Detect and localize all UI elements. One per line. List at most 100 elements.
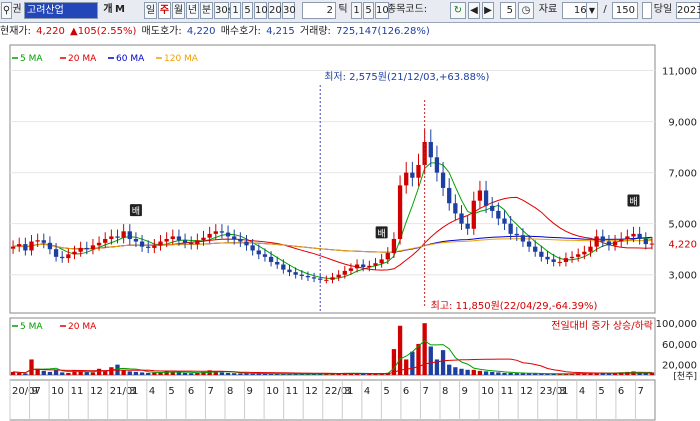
candle-body (385, 253, 390, 260)
volume-bar (146, 372, 151, 375)
candle-body (428, 141, 433, 158)
volume-tick-label: 100,000 (656, 319, 697, 330)
volume-bar (520, 373, 526, 375)
candle-body (146, 246, 151, 248)
volume-bar (477, 370, 483, 375)
volume-bar (17, 372, 22, 375)
period-tab-3[interactable]: 년 (186, 2, 199, 19)
volume-bar (176, 372, 182, 375)
volume-bar (490, 371, 495, 375)
total-count-field[interactable]: 150 (612, 2, 638, 19)
candle-body (72, 251, 77, 255)
volume-bar (121, 370, 126, 375)
x-tick-label: 3 (129, 386, 135, 397)
period-tab-7[interactable]: 5 (242, 2, 253, 19)
candle-body (490, 205, 495, 211)
marker-label: 배 (629, 197, 637, 208)
x-tick-label: 10 (481, 386, 494, 397)
candle-body (502, 218, 507, 224)
data-label: 자료 (538, 4, 558, 15)
volume-bar (447, 364, 452, 375)
volume-bar (109, 367, 114, 375)
period-tab-8[interactable]: 10 (254, 2, 268, 19)
volume-bar (84, 371, 89, 375)
x-tick-label: 12 (520, 386, 533, 397)
candle-body (594, 236, 599, 247)
period-tab-4[interactable]: 분 (200, 2, 213, 19)
x-tick-label: 6 (188, 386, 194, 397)
period-tab-1[interactable]: 주 (158, 2, 171, 19)
chevron-down-icon[interactable]: ▼ (586, 2, 598, 19)
volume-bar (250, 373, 255, 375)
candle-body (305, 275, 311, 278)
same-day-label: 당일 (653, 4, 673, 15)
prev-arrow-icon[interactable]: ◀ (468, 2, 480, 19)
period-tab-9[interactable]: 20 (268, 2, 282, 19)
next-arrow-icon[interactable]: ▶ (482, 2, 494, 19)
y-tick-label: 11,000 (662, 67, 697, 78)
x-tick-label: 5 (598, 386, 604, 397)
stock-chart: 3,000 5,000 7,000 9,000 11,000 최저: 2,575원(21/… (9, 44, 698, 421)
tick-option-0[interactable]: 1 (351, 2, 362, 19)
candle-body (84, 247, 89, 250)
marker-label: 배 (132, 206, 140, 217)
volume-legend-label: 20 MA (68, 322, 97, 332)
x-tick-label: 6 (618, 386, 624, 397)
volume-bar (225, 372, 231, 375)
period-tab-10[interactable]: 30 (282, 2, 296, 19)
same-day-checkbox[interactable] (642, 2, 652, 19)
tick-option-1[interactable]: 5 (363, 2, 374, 19)
candle-body (582, 251, 587, 255)
step-input[interactable]: 5 (500, 2, 516, 19)
candle-body (219, 231, 225, 233)
ask-label: 매도호가: (141, 26, 182, 37)
candle-body (330, 277, 335, 280)
year-field[interactable]: 2023 (676, 2, 700, 19)
volume-unit-label: [천주] (673, 371, 697, 382)
volume-bar (496, 372, 501, 375)
refresh-icon[interactable]: ↻ (450, 2, 466, 19)
tick-input[interactable]: 2 (302, 2, 336, 19)
change-value: ▲105(2.55%) (70, 26, 137, 37)
candle-body (109, 236, 114, 239)
candle-body (103, 238, 108, 243)
mode-m[interactable]: M (114, 2, 126, 19)
volume-bar (453, 367, 458, 375)
period-tab-2[interactable]: 월 (172, 2, 185, 19)
volume-bar (232, 373, 237, 375)
x-tick-label: 8 (442, 386, 448, 397)
mode-g[interactable]: 개 (102, 2, 114, 19)
candle-body (342, 270, 347, 275)
ask-value: 4,220 (186, 26, 216, 37)
candle-body (115, 236, 120, 238)
volume-bar (219, 372, 225, 375)
x-tick-label: 7 (422, 386, 428, 397)
y-tick-label: 7,000 (668, 169, 697, 180)
search-icon[interactable]: ⚲ (1, 2, 12, 19)
candle-body (35, 240, 40, 242)
clock-icon[interactable]: ◷ (518, 2, 534, 19)
candle-body (275, 261, 280, 265)
candle-body (514, 233, 519, 236)
volume-bar (416, 343, 421, 375)
period-tab-6[interactable]: 1 (230, 2, 241, 19)
candle-body (164, 238, 169, 242)
volume-bar (90, 372, 96, 375)
candle-body (29, 241, 34, 251)
volume-bar (66, 372, 71, 375)
legend-label: 60 MA (116, 54, 145, 64)
candle-body (299, 274, 304, 276)
x-tick-label: 9 (462, 386, 468, 397)
candle-body (539, 251, 544, 257)
candle-body (471, 200, 476, 229)
candle-body (545, 256, 550, 260)
candle-body (606, 241, 612, 246)
volume-bar (471, 369, 476, 375)
period-tab-0[interactable]: 일 (144, 2, 157, 19)
tick-option-2[interactable]: 10 (375, 2, 389, 19)
period-tab-5[interactable]: 30s (214, 2, 233, 19)
candle-body (404, 172, 409, 186)
stock-name-field[interactable]: 고려산업 (24, 2, 98, 19)
candle-body (397, 185, 403, 239)
candle-body (508, 223, 513, 234)
